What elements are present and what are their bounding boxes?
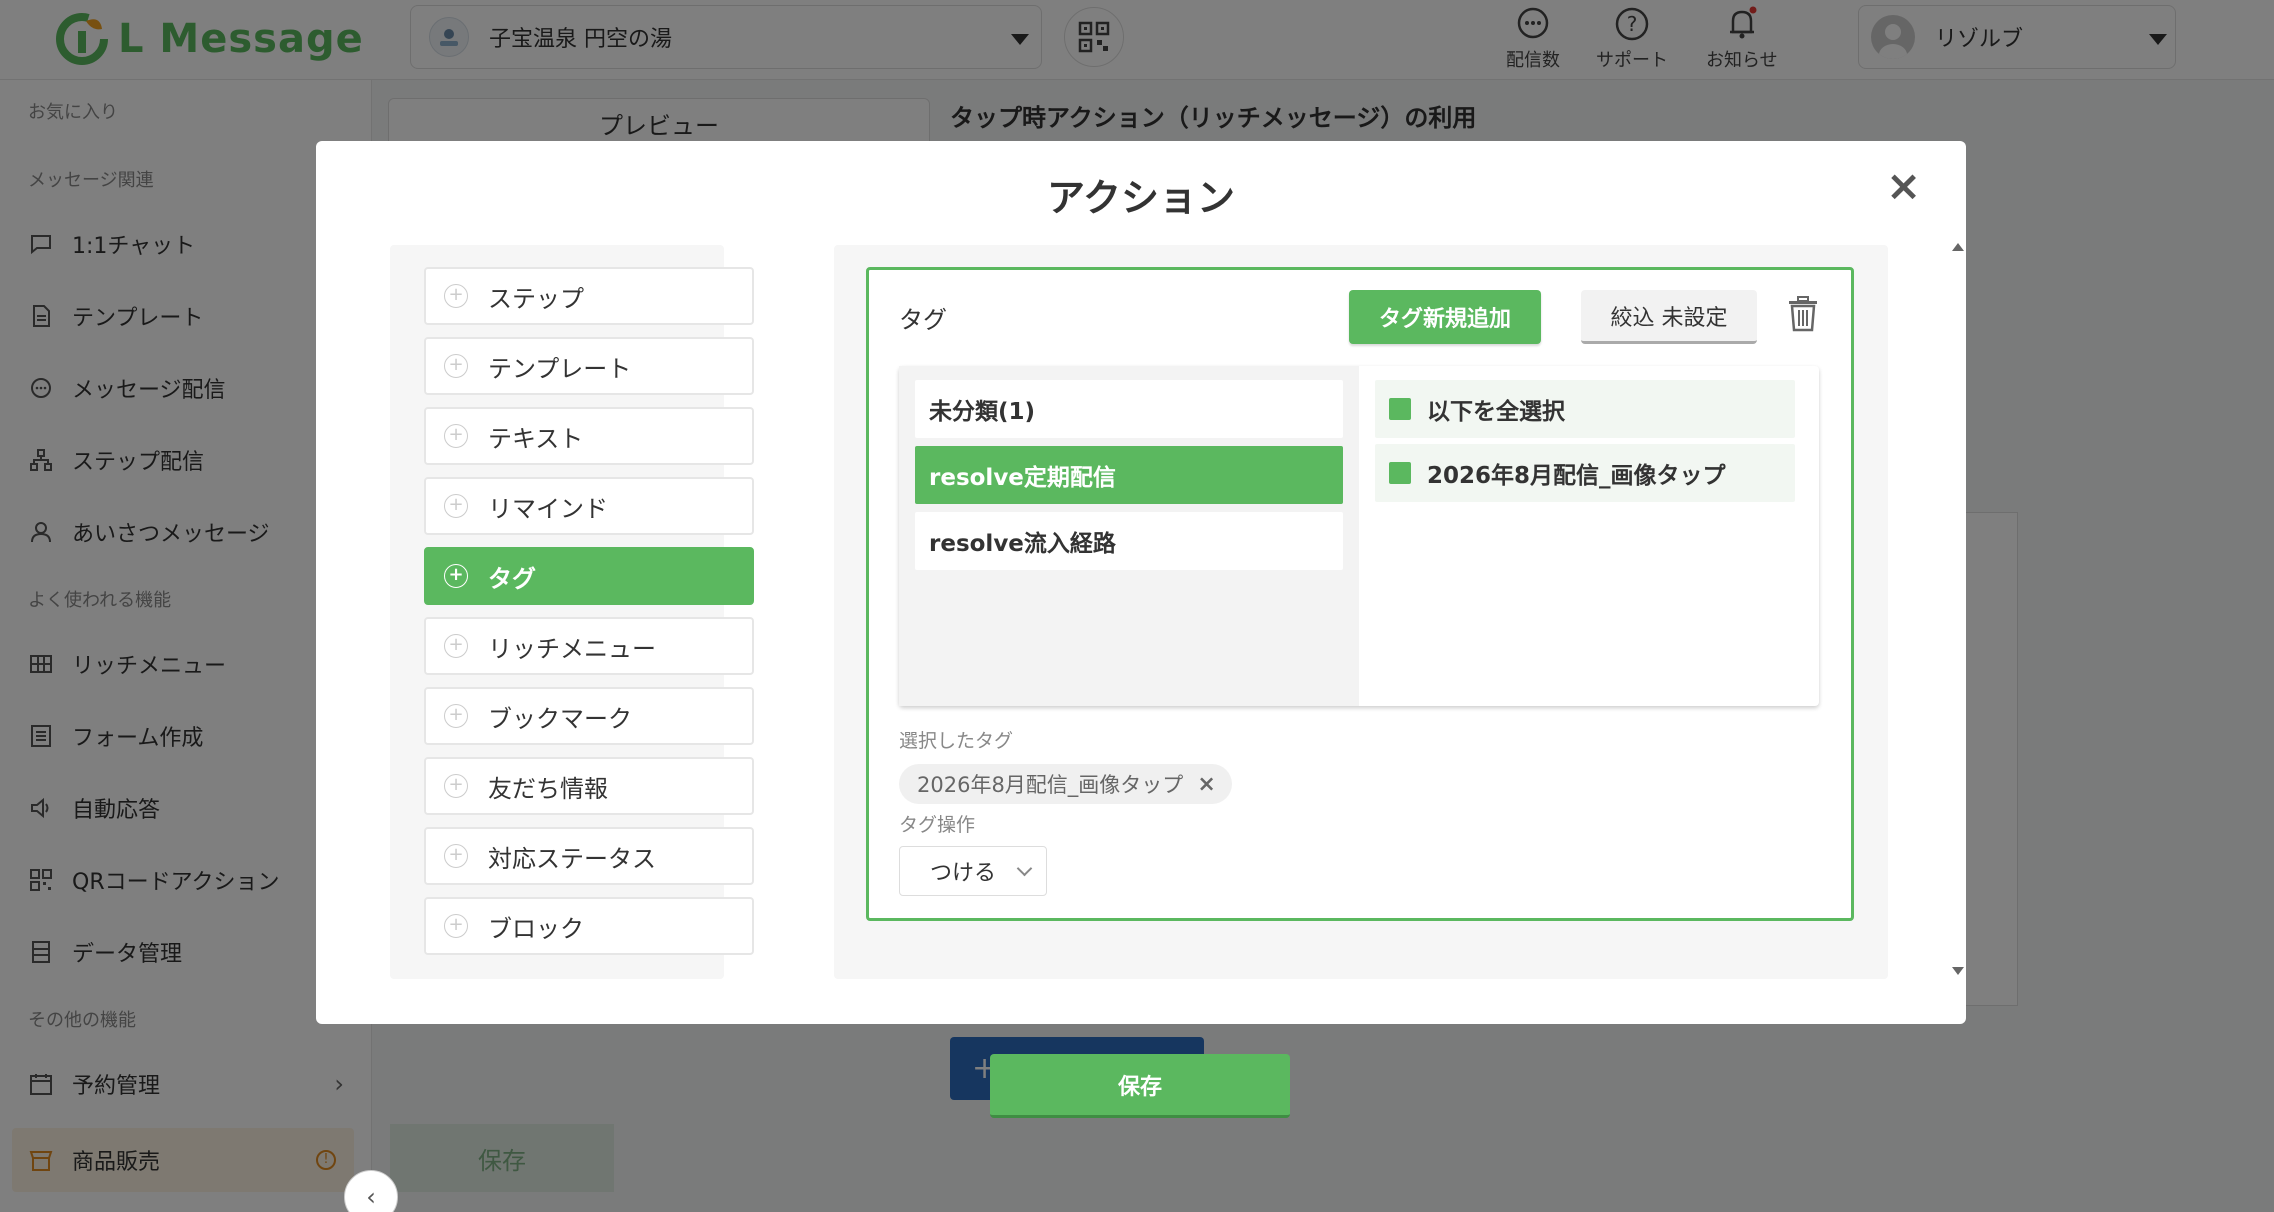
action-rich-menu[interactable]: + リッチメニュー [424, 617, 754, 675]
tag-row-label: 2026年8月配信_画像タップ [1427, 463, 1726, 489]
action-label: リッチメニュー [488, 634, 656, 663]
action-list: + ステップ + テンプレート + テキスト + リマインド + タグ + リッチメニュー … [390, 245, 754, 979]
action-label: 対応ステータス [488, 844, 656, 873]
action-label: リマインド [488, 494, 608, 523]
modal-title: アクション [1046, 176, 1236, 220]
tag-operation-label: タグ操作 [899, 814, 976, 836]
action-label: ブックマーク [488, 704, 632, 733]
action-detail-panel: タグ タグ新規追加 絞込 未設定 未分類(1) resolve定期配信 reso… [834, 245, 1888, 979]
tag-row-label: 以下を全選択 [1427, 399, 1565, 425]
scroll-up-icon[interactable] [1952, 243, 1964, 251]
plus-circle-icon: + [444, 844, 468, 868]
trash-icon[interactable] [1787, 296, 1819, 336]
chevron-down-icon [1016, 860, 1033, 877]
plus-circle-icon: + [444, 494, 468, 518]
checkbox-checked [1389, 462, 1411, 484]
action-tag[interactable]: + タグ [424, 547, 754, 605]
folder-resolve-inflow[interactable]: resolve流入経路 [915, 512, 1343, 570]
plus-circle-icon: + [444, 564, 468, 588]
selected-tag-chip: 2026年8月配信_画像タップ × [899, 764, 1232, 804]
folder-uncategorized[interactable]: 未分類(1) [915, 380, 1343, 438]
tag-list: 以下を全選択 2026年8月配信_画像タップ [1359, 366, 1819, 706]
close-icon[interactable]: × [1886, 165, 1921, 207]
action-label: タグ [488, 564, 536, 593]
action-modal: アクション × + ステップ + テンプレート + テキスト + リマインド + タグ +… [316, 141, 1966, 1024]
plus-circle-icon: + [444, 424, 468, 448]
scroll-down-icon[interactable] [1952, 967, 1964, 975]
action-label: ステップ [488, 284, 584, 313]
action-status[interactable]: + 対応ステータス [424, 827, 754, 885]
new-tag-button[interactable]: タグ新規追加 [1349, 290, 1541, 344]
select-all-checkbox[interactable]: 以下を全選択 [1375, 380, 1795, 438]
selected-tags-label: 選択したタグ [899, 730, 1014, 752]
remove-chip-icon[interactable]: × [1197, 772, 1215, 797]
plus-circle-icon: + [444, 704, 468, 728]
plus-circle-icon: + [444, 284, 468, 308]
action-bookmark[interactable]: + ブックマーク [424, 687, 754, 745]
plus-circle-icon: + [444, 634, 468, 658]
action-friend-info[interactable]: + 友だち情報 [424, 757, 754, 815]
chip-label: 2026年8月配信_画像タップ [917, 773, 1184, 797]
tag-operation-select[interactable]: つける [899, 846, 1047, 896]
tag-operation-value: つける [930, 861, 997, 886]
action-label: テキスト [488, 424, 584, 453]
plus-circle-icon: + [444, 774, 468, 798]
plus-circle-icon: + [444, 914, 468, 938]
action-step[interactable]: + ステップ [424, 267, 754, 325]
action-text[interactable]: + テキスト [424, 407, 754, 465]
action-label: 友だち情報 [488, 774, 608, 803]
tag-folder-list: 未分類(1) resolve定期配信 resolve流入経路 [899, 366, 1359, 706]
filter-button[interactable]: 絞込 未設定 [1581, 290, 1757, 344]
action-label: ブロック [488, 914, 584, 943]
folder-resolve-regular[interactable]: resolve定期配信 [915, 446, 1343, 504]
tag-action-card: タグ タグ新規追加 絞込 未設定 未分類(1) resolve定期配信 reso… [866, 267, 1854, 921]
checkbox-checked [1389, 398, 1411, 420]
chevron-left-icon: ‹ [366, 1183, 376, 1211]
action-remind[interactable]: + リマインド [424, 477, 754, 535]
tag-section-label: タグ [899, 306, 947, 334]
tag-option[interactable]: 2026年8月配信_画像タップ [1375, 444, 1795, 502]
modal-save-button[interactable]: 保存 [990, 1054, 1290, 1118]
action-block[interactable]: + ブロック [424, 897, 754, 955]
tag-picker: 未分類(1) resolve定期配信 resolve流入経路 以下を全選択 20… [899, 366, 1819, 706]
action-label: テンプレート [488, 354, 632, 383]
plus-circle-icon: + [444, 354, 468, 378]
action-template[interactable]: + テンプレート [424, 337, 754, 395]
